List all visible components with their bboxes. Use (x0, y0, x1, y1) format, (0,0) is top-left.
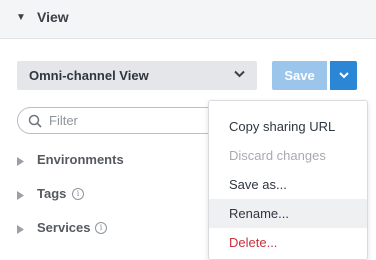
expand-triangle-icon (17, 191, 24, 200)
expand-triangle-icon (17, 225, 24, 234)
filter-placeholder: Filter (49, 113, 78, 128)
menu-item-save-as[interactable]: Save as... (209, 170, 367, 199)
view-section-header[interactable]: ▼ View (0, 0, 376, 39)
expand-triangle-icon (17, 157, 24, 166)
menu-item-copy-sharing-url[interactable]: Copy sharing URL (209, 112, 367, 141)
info-icon[interactable]: i (72, 188, 84, 200)
save-button[interactable]: Save (272, 61, 327, 90)
menu-item-rename[interactable]: Rename... (209, 199, 367, 228)
tree-item-label: Environments (37, 152, 124, 167)
menu-item-discard-changes: Discard changes (209, 141, 367, 170)
menu-item-label: Save as... (229, 177, 287, 192)
search-icon (28, 114, 42, 128)
save-options-menu: Copy sharing URL Discard changes Save as… (208, 100, 368, 260)
view-select[interactable]: Omni-channel View (17, 61, 257, 90)
tree-item-label: Tags (37, 186, 67, 201)
tree-item-tags[interactable]: Tags i (17, 186, 107, 206)
tree-item-services[interactable]: Services i (17, 220, 127, 240)
save-options-button[interactable] (330, 61, 357, 90)
collapse-triangle-icon[interactable]: ▼ (16, 12, 26, 23)
menu-item-label: Rename... (229, 206, 289, 221)
menu-item-delete[interactable]: Delete... (209, 228, 367, 257)
view-select-value: Omni-channel View (29, 68, 149, 83)
tree-item-environments[interactable]: Environments (17, 152, 137, 172)
menu-item-label: Delete... (229, 235, 278, 250)
section-title: View (37, 9, 69, 25)
chevron-down-icon (234, 70, 245, 78)
info-icon[interactable]: i (95, 222, 107, 234)
tree-item-label: Services (37, 220, 91, 235)
menu-item-label: Copy sharing URL (229, 119, 336, 134)
menu-item-label: Discard changes (229, 148, 326, 163)
chevron-down-icon (339, 72, 349, 79)
